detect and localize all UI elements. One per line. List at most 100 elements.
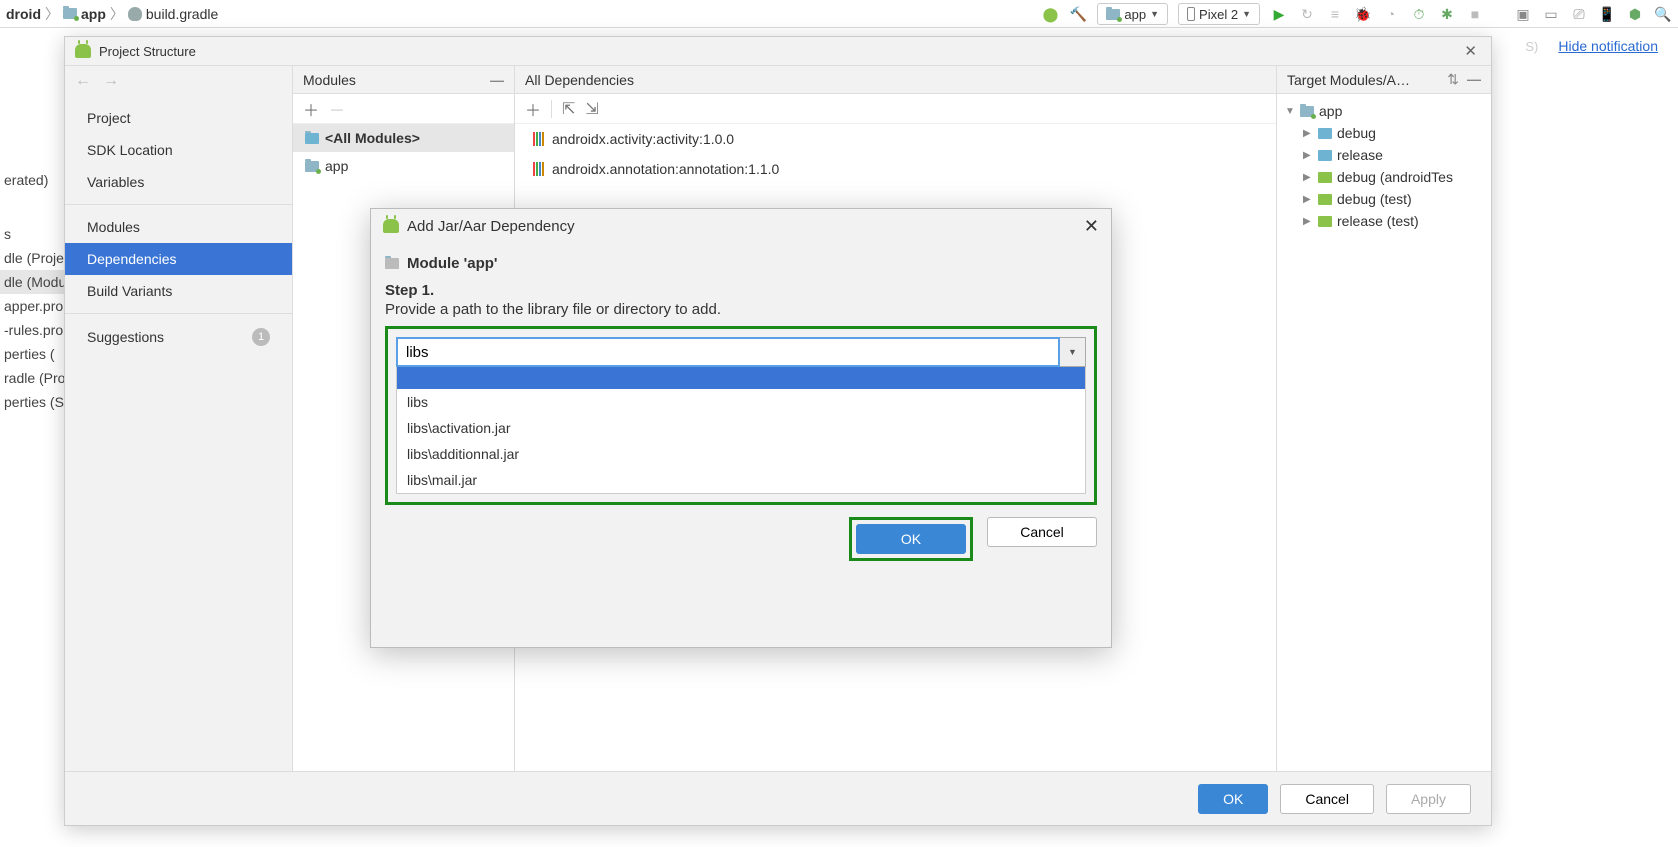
folder-icon [1318,172,1332,183]
suggestions-badge: 1 [252,328,270,346]
close-icon[interactable]: ✕ [1084,216,1099,237]
tree-debug-test[interactable]: ▶debug (test) [1299,188,1487,210]
android-icon [75,44,91,58]
ok-button[interactable]: OK [1198,784,1268,814]
top-toolbar: droid〉 app〉 build.gradle ⬤ 🔨 app▼ Pixel … [0,0,1678,28]
path-dropdown: libs libs\activation.jar libs\additionna… [396,367,1086,494]
dropdown-item[interactable]: libs\mail.jar [397,467,1085,493]
back-icon[interactable]: ← [75,72,91,90]
nav-sdk-location[interactable]: SDK Location [65,134,292,166]
cube-icon[interactable]: ⬢ [1626,5,1644,23]
sdk-icon[interactable]: ▭ [1542,5,1560,23]
variant-tree: ▼app ▶debug ▶release ▶debug (androidTes … [1277,94,1491,238]
nav-history: ← → [65,66,292,96]
folder-icon [1318,128,1332,139]
cancel-button[interactable]: Cancel [1280,784,1374,814]
speed-icon[interactable]: ⏱ [1410,5,1428,23]
tree-debug[interactable]: ▶debug [1299,122,1487,144]
dialog-title: Project Structure [99,44,196,59]
settings-icon[interactable]: ⇅ [1447,71,1459,88]
run-config-selector[interactable]: app▼ [1097,3,1168,25]
hide-notification-link[interactable]: Hide notification [1558,38,1658,54]
tree-debug-androidtest[interactable]: ▶debug (androidTes [1299,166,1487,188]
collapse-icon[interactable]: — [490,72,504,88]
dep-row[interactable]: androidx.annotation:annotation:1.1.0 [515,154,1276,184]
sync-icon[interactable]: ⬤ [1041,5,1059,23]
nav-project[interactable]: Project [65,102,292,134]
nav-dependencies[interactable]: Dependencies [65,243,292,275]
expand-icon[interactable]: ⇱ [562,99,575,119]
crumb-root[interactable]: droid〉 [6,4,59,24]
toolbar-right: ⬤ 🔨 app▼ Pixel 2▼ ▶ ↻ ≡ 🐞 ◔ ⏱ ✱ ■ ▣ ▭ ⎚ … [1041,0,1672,28]
attach-icon[interactable]: ✱ [1438,5,1456,23]
highlight-box-input: ▼ libs libs\activation.jar libs\addition… [385,326,1097,505]
activity-icon[interactable]: ≡ [1326,5,1344,23]
step-label: Step 1. [385,282,1097,299]
cancel-button[interactable]: Cancel [987,517,1097,547]
collapse-icon[interactable]: — [1467,71,1481,88]
folder-icon [1300,106,1314,117]
modules-header: Modules — [293,66,514,94]
path-combobox[interactable]: ▼ [396,337,1086,367]
dropdown-button[interactable]: ▼ [1060,337,1086,367]
nav-build-variants[interactable]: Build Variants [65,275,292,307]
add-module-icon[interactable]: ＋ [303,97,319,121]
dep-row[interactable]: androidx.activity:activity:1.0.0 [515,124,1276,154]
add-dep-icon[interactable]: ＋ [525,97,541,121]
breadcrumb: droid〉 app〉 build.gradle [6,4,218,24]
nav-variables[interactable]: Variables [65,166,292,198]
dropdown-item[interactable]: libs [397,389,1085,415]
target-header: Target Modules/A… ⇅— [1277,66,1491,94]
tree-app[interactable]: ▼app [1281,100,1487,122]
dropdown-item[interactable]: libs\activation.jar [397,415,1085,441]
path-input[interactable] [396,337,1060,367]
device-selector[interactable]: Pixel 2▼ [1178,3,1260,25]
profiler-icon[interactable]: ◔ [1382,5,1400,23]
layout-icon[interactable]: ⎚ [1570,5,1588,23]
folder-icon [63,8,77,19]
crumb-file[interactable]: build.gradle [128,6,218,22]
remove-module-icon[interactable]: － [329,97,345,121]
collapse-all-icon[interactable]: ⇲ [585,99,598,119]
module-label: Module 'app' [385,251,1097,282]
nav-modules[interactable]: Modules [65,211,292,243]
modules-icon [305,133,319,144]
folder-icon [305,161,319,172]
device-icon[interactable]: 📱 [1598,5,1616,23]
module-all[interactable]: <All Modules> [293,124,514,152]
phone-icon [1187,7,1195,21]
inner-title: Add Jar/Aar Dependency [407,218,575,235]
tree-release-test[interactable]: ▶release (test) [1299,210,1487,232]
project-tree-fragment: erated) s dle (Proje dle (Modu apper.pro… [0,28,64,414]
step-description: Provide a path to the library file or di… [385,299,1097,326]
hammer-icon[interactable]: 🔨 [1069,5,1087,23]
add-dependency-dialog: Add Jar/Aar Dependency ✕ Module 'app' St… [370,208,1112,648]
apply-changes-icon[interactable]: ↻ [1298,5,1316,23]
folder-icon [385,258,399,269]
run-icon[interactable]: ▶ [1270,5,1288,23]
forward-icon[interactable]: → [103,72,119,90]
library-icon [533,132,544,146]
nav-suggestions[interactable]: Suggestions1 [65,320,292,354]
dropdown-item[interactable] [397,367,1085,389]
crumb-app[interactable]: app〉 [63,4,124,24]
ok-button[interactable]: OK [856,524,966,554]
deps-header: All Dependencies [515,66,1276,94]
tree-release[interactable]: ▶release [1299,144,1487,166]
notification-bar: S) Hide notification [1525,38,1658,54]
target-modules-panel: Target Modules/A… ⇅— ▼app ▶debug ▶releas… [1277,66,1491,771]
close-icon[interactable]: ✕ [1460,42,1481,60]
search-icon[interactable]: 🔍 [1654,5,1672,23]
inner-footer: OK Cancel [371,505,1111,573]
apply-button[interactable]: Apply [1386,784,1471,814]
folder-icon [1318,150,1332,161]
library-icon [533,162,544,176]
dialog-titlebar: Project Structure ✕ [65,37,1491,65]
module-app[interactable]: app [293,152,514,180]
dropdown-item[interactable]: libs\additionnal.jar [397,441,1085,467]
debug-icon[interactable]: 🐞 [1354,5,1372,23]
folder-icon [1318,216,1332,227]
avd-icon[interactable]: ▣ [1514,5,1532,23]
stop-icon[interactable]: ■ [1466,5,1484,23]
dialog-footer: OK Cancel Apply [65,771,1491,825]
